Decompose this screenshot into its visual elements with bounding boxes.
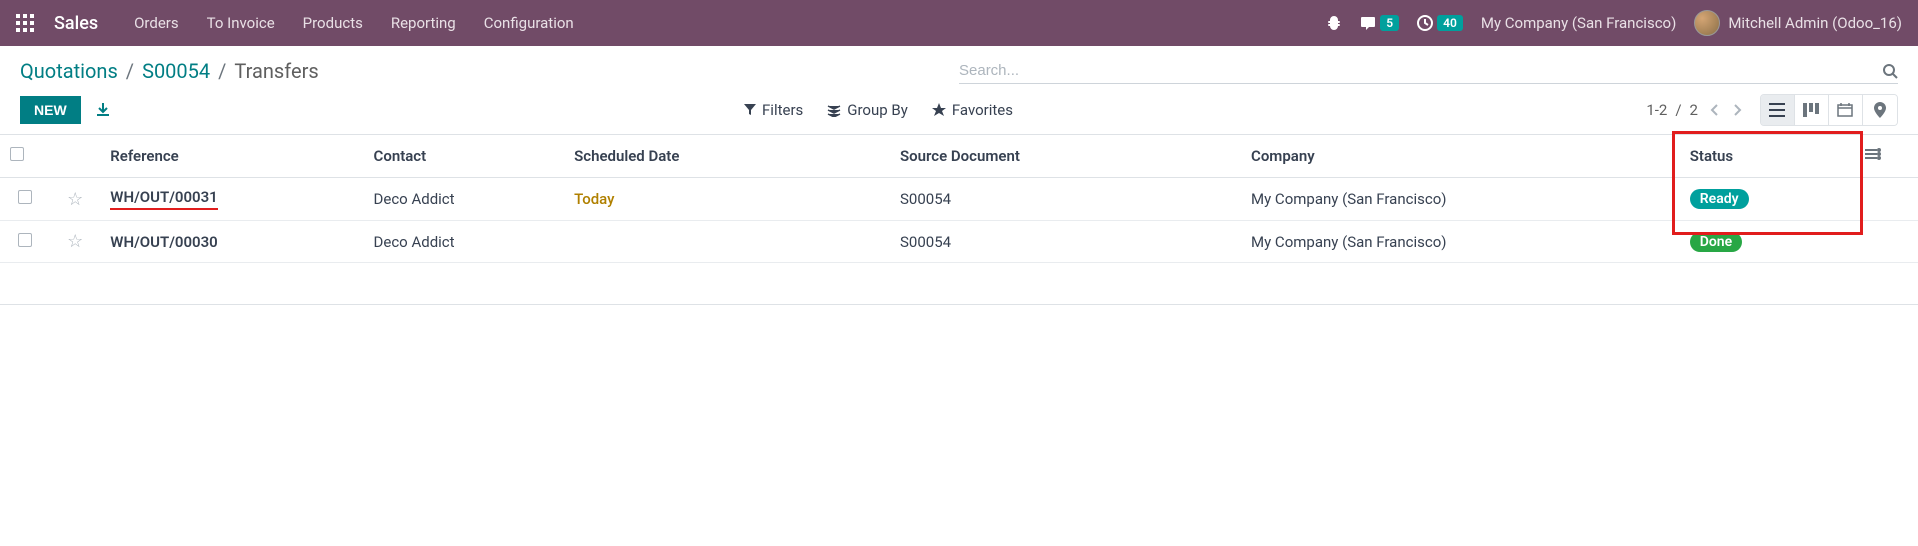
select-all-checkbox[interactable] [10, 147, 24, 161]
th-status[interactable]: Status [1680, 135, 1856, 178]
breadcrumb-quotations[interactable]: Quotations [20, 59, 118, 83]
activities-icon[interactable]: 40 [1417, 15, 1463, 31]
star-icon[interactable]: ☆ [67, 189, 83, 210]
search-icon[interactable] [1882, 63, 1898, 79]
view-switcher [1760, 94, 1898, 126]
groupby-button[interactable]: Group By [827, 101, 908, 119]
nav-item-products[interactable]: Products [303, 14, 363, 32]
breadcrumb-current: Transfers [234, 59, 318, 83]
cell-contact: Deco Addict [364, 221, 565, 263]
th-expand [1855, 135, 1918, 178]
app-brand[interactable]: Sales [54, 13, 98, 34]
navbar-left: Sales Orders To Invoice Products Reporti… [16, 13, 574, 34]
pager-total: 2 [1690, 101, 1698, 119]
breadcrumb-sep: / [126, 59, 134, 83]
pager: 1-2 / 2 [1646, 101, 1746, 119]
transfers-table: Reference Contact Scheduled Date Source … [0, 135, 1918, 305]
expand-columns-icon[interactable] [1865, 147, 1881, 161]
th-source[interactable]: Source Document [890, 135, 1241, 178]
table-footer [0, 263, 1918, 305]
new-button[interactable]: NEW [20, 96, 81, 124]
avatar [1694, 10, 1720, 36]
import-icon[interactable] [95, 102, 111, 118]
table-row[interactable]: ☆ WH/OUT/00031 Deco Addict Today S00054My Co… [0, 178, 1918, 221]
debug-icon[interactable] [1326, 15, 1342, 31]
list-view: Reference Contact Scheduled Date Source … [0, 135, 1918, 305]
nav-item-to-invoice[interactable]: To Invoice [207, 14, 275, 32]
search-input[interactable] [959, 62, 1882, 79]
favorites-button[interactable]: Favorites [932, 101, 1013, 119]
cp-center: Filters Group By Favorites [744, 101, 1013, 119]
table-row[interactable]: ☆ WH/OUT/00030 Deco Addict S00054My Company… [0, 221, 1918, 263]
row-checkbox[interactable] [18, 190, 32, 204]
breadcrumb-order[interactable]: S00054 [142, 59, 210, 83]
cell-reference[interactable]: WH/OUT/00031 [110, 188, 217, 210]
navbar-right: 5 40 My Company (San Francisco) Mitchell… [1326, 10, 1902, 36]
th-scheduled[interactable]: Scheduled Date [564, 135, 890, 178]
view-list-icon[interactable] [1761, 95, 1795, 125]
nav-menu: Orders To Invoice Products Reporting Con… [134, 14, 574, 32]
pager-next-icon[interactable] [1728, 101, 1746, 119]
control-panel: Quotations / S00054 / Transfers NEW Filt… [0, 46, 1918, 135]
company-switcher[interactable]: My Company (San Francisco) [1481, 14, 1676, 32]
view-calendar-icon[interactable] [1829, 95, 1863, 125]
groupby-label: Group By [847, 101, 908, 119]
cp-right: 1-2 / 2 [1646, 94, 1898, 126]
nav-item-orders[interactable]: Orders [134, 14, 179, 32]
th-contact[interactable]: Contact [364, 135, 565, 178]
filters-button[interactable]: Filters [744, 101, 803, 119]
nav-item-reporting[interactable]: Reporting [391, 14, 456, 32]
cell-reference[interactable]: WH/OUT/00030 [110, 233, 217, 251]
th-checkbox [0, 135, 50, 178]
breadcrumb-sep: / [218, 59, 226, 83]
nav-item-configuration[interactable]: Configuration [484, 14, 574, 32]
star-icon[interactable]: ☆ [67, 231, 83, 252]
messages-badge: 5 [1380, 15, 1399, 31]
cell-contact: Deco Addict [364, 178, 565, 221]
view-map-icon[interactable] [1863, 95, 1897, 125]
th-star [50, 135, 100, 178]
activities-badge: 40 [1437, 15, 1463, 31]
pager-sep: / [1675, 101, 1681, 119]
th-reference[interactable]: Reference [100, 135, 363, 178]
favorites-label: Favorites [952, 101, 1013, 119]
status-badge: Done [1690, 232, 1742, 252]
username: Mitchell Admin (Odoo_16) [1728, 14, 1902, 32]
cp-top: Quotations / S00054 / Transfers [20, 58, 1898, 84]
cell-company: My Company (San Francisco) [1241, 221, 1680, 263]
top-navbar: Sales Orders To Invoice Products Reporti… [0, 0, 1918, 46]
pager-range[interactable]: 1-2 [1646, 101, 1667, 119]
view-kanban-icon[interactable] [1795, 95, 1829, 125]
cell-company: My Company (San Francisco) [1241, 178, 1680, 221]
cell-scheduled: Today [574, 190, 614, 208]
pager-prev-icon[interactable] [1706, 101, 1724, 119]
th-status-label: Status [1690, 147, 1733, 165]
user-menu[interactable]: Mitchell Admin (Odoo_16) [1694, 10, 1902, 36]
cp-bottom: NEW Filters Group By Favorites 1-2 / 2 [20, 94, 1898, 126]
search-bar[interactable] [959, 58, 1898, 84]
apps-icon[interactable] [16, 14, 34, 32]
cell-source: S00054 [890, 221, 1241, 263]
table-header-row: Reference Contact Scheduled Date Source … [0, 135, 1918, 178]
breadcrumb: Quotations / S00054 / Transfers [20, 59, 319, 83]
row-checkbox[interactable] [18, 233, 32, 247]
th-company[interactable]: Company [1241, 135, 1680, 178]
messages-icon[interactable]: 5 [1360, 15, 1399, 31]
cell-source: S00054 [890, 178, 1241, 221]
filters-label: Filters [762, 101, 803, 119]
status-badge: Ready [1690, 189, 1749, 209]
